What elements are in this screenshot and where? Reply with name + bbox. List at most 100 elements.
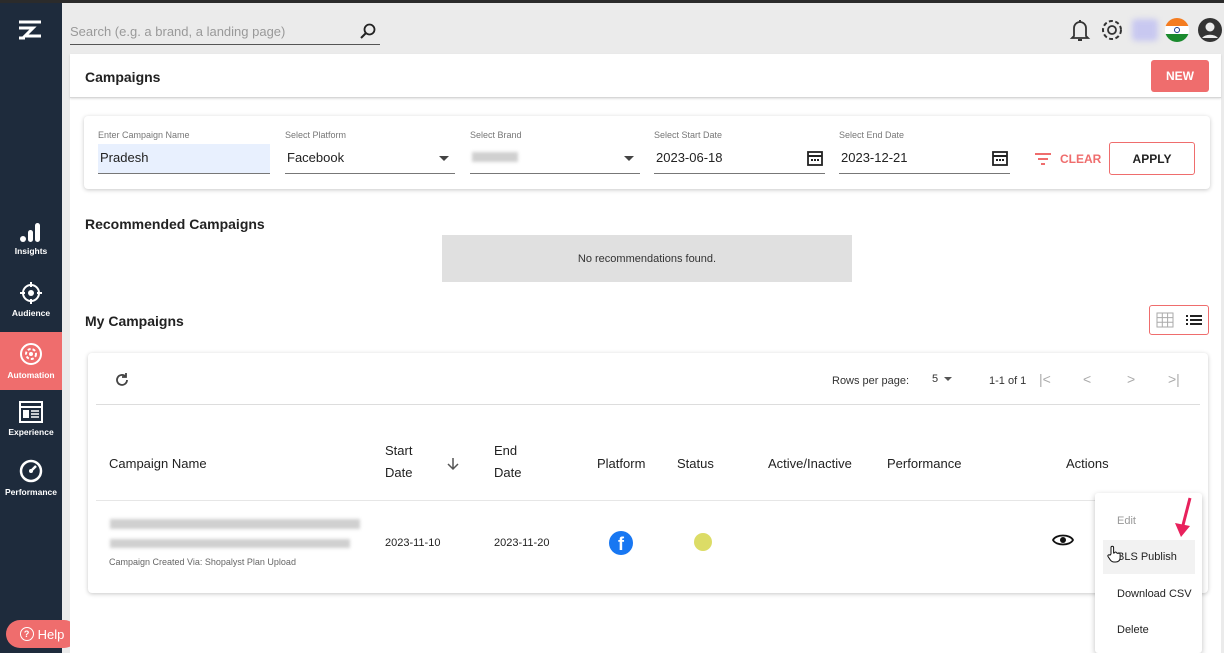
column-header-performance: Performance	[887, 456, 962, 471]
question-icon: ?	[19, 627, 34, 641]
brand-select[interactable]	[470, 144, 640, 174]
campaign-name-filter: Enter Campaign Name Pradesh	[98, 130, 270, 174]
sort-arrow-down-icon[interactable]	[447, 457, 459, 471]
chevron-down-icon	[624, 156, 634, 161]
target-icon	[20, 282, 42, 304]
clear-label: CLEAR	[1060, 152, 1102, 166]
top-bar	[62, 3, 1224, 50]
help-button[interactable]: ? Help	[6, 620, 78, 648]
sidebar-item-automation[interactable]: Automation	[0, 332, 62, 390]
rows-per-page-value: 5	[932, 373, 939, 385]
brand-label: Select Brand	[470, 130, 522, 140]
calendar-icon[interactable]	[807, 150, 823, 166]
row-start-date: 2023-11-10	[385, 537, 441, 549]
menu-item-delete[interactable]: Delete	[1095, 613, 1202, 647]
sidebar-item-audience[interactable]: Audience	[0, 271, 62, 329]
rows-per-page-select[interactable]: 5	[932, 373, 953, 385]
campaign-name-blurred	[110, 519, 360, 529]
column-header-actions: Actions	[1066, 456, 1109, 471]
annotation-arrow-icon	[1175, 497, 1192, 537]
platform-value: Facebook	[287, 150, 345, 165]
settings-gear-icon[interactable]	[1098, 16, 1126, 44]
rows-per-page-label: Rows per page:	[832, 375, 910, 387]
campaigns-table: Rows per page: 5 1-1 of 1 |< < > >| Camp…	[88, 353, 1208, 593]
top-right-icons	[1068, 13, 1224, 47]
campaign-detail-blurred	[110, 539, 350, 548]
table-toolbar: Rows per page: 5 1-1 of 1 |< < > >|	[96, 353, 1200, 405]
main-content: Campaigns NEW Enter Campaign Name Prades…	[70, 54, 1221, 653]
chevron-down-icon	[439, 156, 449, 161]
campaign-name-value: Pradesh	[100, 150, 149, 165]
previous-page-icon[interactable]: <	[1083, 371, 1091, 387]
new-campaign-button[interactable]: NEW	[1151, 60, 1209, 92]
menu-item-download-csv[interactable]: Download CSV	[1095, 577, 1202, 611]
column-header-platform: Platform	[597, 456, 646, 471]
first-page-icon[interactable]: |<	[1039, 371, 1051, 387]
refresh-icon[interactable]	[114, 372, 130, 388]
end-date-input[interactable]: 2023-12-21	[839, 144, 1010, 174]
start-date-header-line1: Start	[385, 443, 413, 458]
user-avatar-blurred[interactable]	[1132, 19, 1158, 41]
start-date-label: Select Start Date	[654, 130, 723, 140]
sidebar-item-performance[interactable]: Performance	[0, 449, 62, 507]
end-date-header-line2: Date	[494, 465, 522, 480]
column-header-campaign-name: Campaign Name	[109, 456, 207, 471]
sidebar-item-insights[interactable]: Insights	[0, 210, 62, 268]
chevron-down-icon	[944, 377, 953, 381]
filter-panel: Enter Campaign Name Pradesh Select Platf…	[84, 116, 1210, 189]
campaign-name-label: Enter Campaign Name	[98, 130, 190, 140]
platform-filter: Select Platform Facebook	[285, 130, 455, 174]
pagination-range: 1-1 of 1	[989, 375, 1027, 387]
grid-view-icon[interactable]	[1156, 312, 1174, 328]
sidebar: Insights Audience Automation Experience …	[0, 3, 62, 653]
column-header-end-date: End Date	[494, 440, 521, 484]
platform-select[interactable]: Facebook	[285, 144, 455, 174]
view-toggle	[1149, 305, 1209, 335]
account-icon[interactable]	[1196, 16, 1224, 44]
start-date-input[interactable]: 2023-06-18	[654, 144, 825, 174]
row-end-date: 2023-11-20	[494, 537, 550, 549]
help-label: Help	[37, 626, 65, 642]
calendar-icon[interactable]	[992, 150, 1008, 166]
india-flag-icon[interactable]	[1164, 17, 1190, 43]
bell-icon[interactable]	[1068, 17, 1092, 43]
recommended-title: Recommended Campaigns	[85, 216, 265, 232]
sidebar-item-label: Audience	[11, 308, 51, 318]
sidebar-item-label: Insights	[14, 246, 48, 256]
end-date-header-line1: End	[494, 443, 518, 458]
no-recommendations-message: No recommendations found.	[442, 235, 852, 282]
column-header-start-date[interactable]: Start Date	[385, 440, 412, 484]
sidebar-item-label: Performance	[5, 487, 57, 497]
eye-icon[interactable]	[1052, 532, 1074, 548]
experience-icon	[19, 401, 43, 423]
column-header-status: Status	[677, 456, 714, 471]
app-logo[interactable]	[17, 19, 43, 41]
sidebar-item-experience[interactable]: Experience	[0, 390, 62, 448]
clear-filters-button[interactable]: CLEAR	[1034, 152, 1101, 166]
page-header: Campaigns NEW	[70, 54, 1221, 98]
search-input[interactable]	[70, 24, 350, 39]
start-date-filter: Select Start Date 2023-06-18	[654, 130, 825, 174]
last-page-icon[interactable]: >|	[1168, 371, 1180, 387]
brand-filter: Select Brand	[470, 130, 640, 174]
campaign-name-input[interactable]: Pradesh	[98, 144, 270, 174]
start-date-header-line2: Date	[385, 465, 413, 480]
list-view-icon[interactable]	[1186, 314, 1202, 326]
end-date-label: Select End Date	[839, 130, 905, 140]
campaign-created-via: Campaign Created Via: Shopalyst Plan Upl…	[109, 557, 296, 567]
automation-gear-icon	[20, 343, 42, 365]
start-date-value: 2023-06-18	[656, 150, 723, 165]
search-icon[interactable]	[360, 23, 376, 39]
search-bar	[70, 19, 380, 45]
page-title: Campaigns	[85, 69, 161, 85]
apply-button[interactable]: APPLY	[1109, 142, 1195, 175]
gauge-icon	[19, 459, 43, 483]
my-campaigns-title: My Campaigns	[85, 313, 184, 329]
filter-icon	[1035, 153, 1051, 165]
status-indicator	[694, 533, 712, 551]
next-page-icon[interactable]: >	[1127, 371, 1135, 387]
bar-chart-icon	[20, 223, 40, 242]
end-date-value: 2023-12-21	[841, 150, 908, 165]
sidebar-item-label: Automation	[7, 370, 55, 380]
brand-value-blurred	[472, 152, 518, 162]
